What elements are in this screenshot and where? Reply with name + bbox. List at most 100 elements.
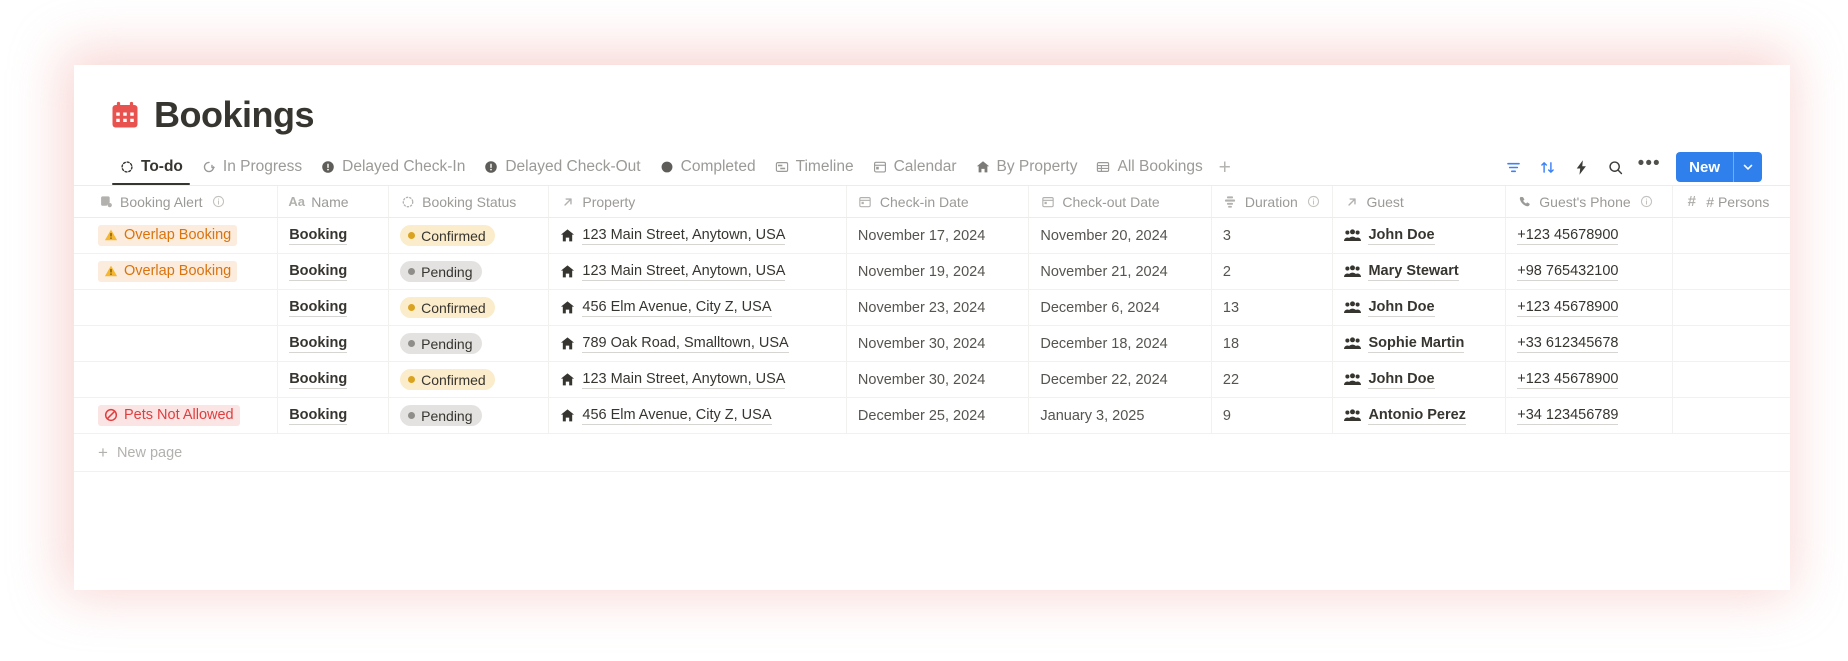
guest-link[interactable]: Mary Stewart [1368,263,1459,281]
table-row[interactable]: Pets Not Allowed Booking Pending 456 Elm Av… [74,398,1790,434]
page-link[interactable]: Booking [289,335,348,353]
chevron-down-icon[interactable] [1734,152,1762,182]
cell-property[interactable]: 789 Oak Road, Smalltown, USA [549,326,847,361]
cell-persons[interactable] [1673,398,1790,433]
page-link[interactable]: Booking [289,299,348,317]
tab-by-property[interactable]: By Property [966,149,1087,185]
cell-property[interactable]: 123 Main Street, Anytown, USA [549,218,847,253]
phone-link[interactable]: +98 765432100 [1517,263,1619,281]
table-row[interactable]: Booking Confirmed 456 Elm Avenue, City Z, … [74,290,1790,326]
table-row[interactable]: Booking Pending 789 Oak Road, Smalltown, U… [74,326,1790,362]
guest-link[interactable]: John Doe [1368,299,1435,317]
info-icon[interactable] [1640,195,1654,209]
column-header-check-out-date[interactable]: Check-out Date [1029,186,1212,217]
cell-property[interactable]: 123 Main Street, Anytown, USA [549,362,847,397]
cell-duration[interactable]: 2 [1212,254,1334,289]
guest-link[interactable]: Antonio Perez [1368,407,1466,425]
search-icon[interactable] [1600,152,1630,182]
page-link[interactable]: Booking [289,227,348,245]
lightning-icon[interactable] [1566,152,1596,182]
cell-property[interactable]: 456 Elm Avenue, City Z, USA [549,398,847,433]
cell-duration[interactable]: 18 [1212,326,1334,361]
cell-booking-status[interactable]: Confirmed [389,290,550,325]
tab-delayed-check-in[interactable]: Delayed Check-In [311,149,474,185]
new-button[interactable]: New [1676,152,1762,182]
cell-booking-status[interactable]: Pending [389,398,550,433]
cell-guest[interactable]: Mary Stewart [1333,254,1507,289]
cell-check-in-date[interactable]: November 17, 2024 [847,218,1030,253]
column-header-duration[interactable]: Duration [1212,186,1334,217]
cell-booking-status[interactable]: Pending [389,254,550,289]
cell-persons[interactable] [1673,326,1790,361]
cell-check-out-date[interactable]: November 21, 2024 [1029,254,1212,289]
cell-persons[interactable] [1673,218,1790,253]
tab-in-progress[interactable]: In Progress [192,149,311,185]
tab-calendar[interactable]: Calendar [863,149,966,185]
cell-persons[interactable] [1673,254,1790,289]
cell-name[interactable]: Booking [278,254,390,289]
column-header-persons[interactable]: # # Persons [1673,186,1790,217]
cell-check-out-date[interactable]: December 22, 2024 [1029,362,1212,397]
cell-duration[interactable]: 13 [1212,290,1334,325]
cell-booking-alert[interactable]: Overlap Booking [74,254,279,289]
cell-check-out-date[interactable]: November 20, 2024 [1029,218,1212,253]
cell-booking-alert[interactable] [74,326,279,361]
phone-link[interactable]: +33 612345678 [1517,335,1619,353]
cell-property[interactable]: 123 Main Street, Anytown, USA [549,254,847,289]
cell-booking-status[interactable]: Confirmed [389,362,550,397]
cell-persons[interactable] [1673,362,1790,397]
add-view-button[interactable]: + [1212,149,1238,185]
tab-delayed-check-out[interactable]: Delayed Check-Out [474,149,649,185]
table-row[interactable]: Booking Confirmed 123 Main Street, Anytown… [74,362,1790,398]
column-header-property[interactable]: Property [549,186,847,217]
cell-duration[interactable]: 9 [1212,398,1334,433]
info-icon[interactable] [212,195,226,209]
cell-check-in-date[interactable]: November 23, 2024 [847,290,1030,325]
cell-booking-alert[interactable]: Overlap Booking [74,218,279,253]
property-link[interactable]: 456 Elm Avenue, City Z, USA [582,407,772,425]
cell-persons[interactable] [1673,290,1790,325]
column-header-guest[interactable]: Guest [1333,186,1507,217]
cell-guests-phone[interactable]: +34 123456789 [1506,398,1674,433]
cell-duration[interactable]: 22 [1212,362,1334,397]
cell-check-out-date[interactable]: January 3, 2025 [1029,398,1212,433]
tab-to-do[interactable]: To-do [110,149,192,185]
cell-guests-phone[interactable]: +98 765432100 [1506,254,1674,289]
cell-guest[interactable]: John Doe [1333,290,1507,325]
cell-guests-phone[interactable]: +123 45678900 [1506,290,1674,325]
cell-guest[interactable]: John Doe [1333,362,1507,397]
cell-name[interactable]: Booking [278,398,390,433]
cell-check-in-date[interactable]: November 30, 2024 [847,326,1030,361]
phone-link[interactable]: +34 123456789 [1517,407,1619,425]
ellipsis-icon[interactable]: ••• [1634,152,1664,182]
table-row[interactable]: Overlap Booking Booking Pending 123 Main St… [74,254,1790,290]
property-link[interactable]: 123 Main Street, Anytown, USA [582,263,786,281]
cell-name[interactable]: Booking [278,326,390,361]
guest-link[interactable]: Sophie Martin [1368,335,1465,353]
cell-name[interactable]: Booking [278,362,390,397]
property-link[interactable]: 123 Main Street, Anytown, USA [582,371,786,389]
phone-link[interactable]: +123 45678900 [1517,227,1619,245]
page-link[interactable]: Booking [289,371,348,389]
cell-guest[interactable]: Antonio Perez [1333,398,1507,433]
property-link[interactable]: 456 Elm Avenue, City Z, USA [582,299,772,317]
page-link[interactable]: Booking [289,407,348,425]
column-header-booking-alert[interactable]: Booking Alert [74,186,279,217]
sort-icon[interactable] [1532,152,1562,182]
cell-check-out-date[interactable]: December 6, 2024 [1029,290,1212,325]
filter-icon[interactable] [1498,152,1528,182]
column-header-guests-phone[interactable]: Guest's Phone [1506,186,1674,217]
cell-duration[interactable]: 3 [1212,218,1334,253]
guest-link[interactable]: John Doe [1368,371,1435,389]
column-header-check-in-date[interactable]: Check-in Date [847,186,1030,217]
cell-property[interactable]: 456 Elm Avenue, City Z, USA [549,290,847,325]
tab-all-bookings[interactable]: All Bookings [1086,149,1211,185]
column-header-name[interactable]: Aa Name [278,186,390,217]
cell-guests-phone[interactable]: +123 45678900 [1506,218,1674,253]
cell-booking-alert[interactable] [74,290,279,325]
cell-booking-status[interactable]: Pending [389,326,550,361]
phone-link[interactable]: +123 45678900 [1517,299,1619,317]
property-link[interactable]: 123 Main Street, Anytown, USA [582,227,786,245]
phone-link[interactable]: +123 45678900 [1517,371,1619,389]
cell-check-in-date[interactable]: November 19, 2024 [847,254,1030,289]
